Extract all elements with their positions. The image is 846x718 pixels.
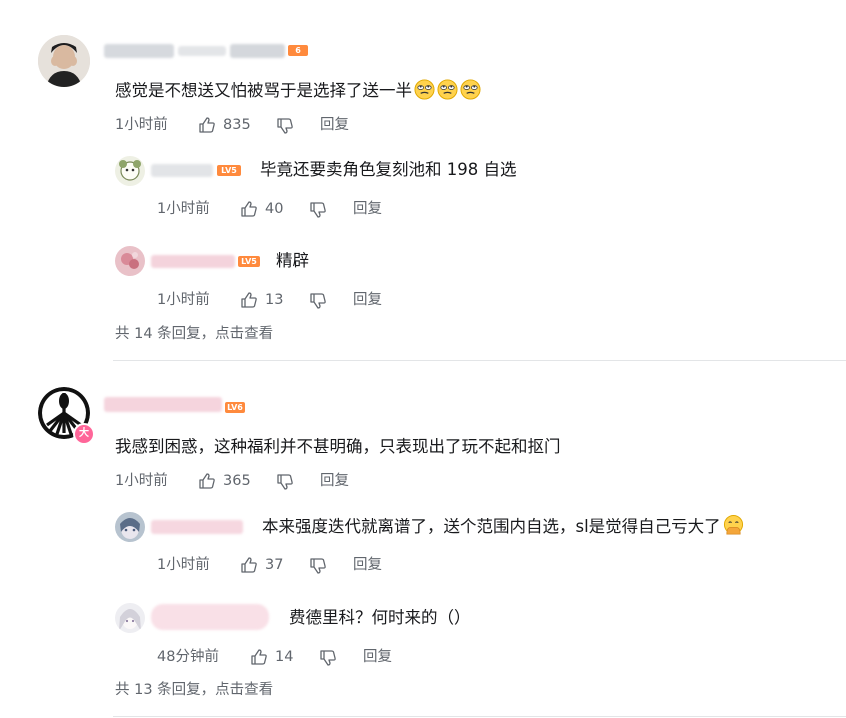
like-count: 14 [275, 649, 294, 665]
comment-time: 1小时前 [115, 473, 168, 489]
like-count: 365 [223, 473, 251, 489]
level-badge: LV5 [238, 256, 260, 267]
reply-content: 本来强度迭代就离谱了，送个范围内自选，sl是觉得自己亏大了 [262, 515, 744, 538]
avatar-badge: 大 [73, 423, 95, 445]
like-count: 37 [265, 557, 284, 573]
user-avatar[interactable] [115, 512, 145, 542]
view-more-replies[interactable]: 共 14 条回复，点击查看 [115, 325, 273, 343]
comment-text: 我感到困惑，这种福利并不甚明确，只表现出了玩不起和抠门 [115, 437, 561, 456]
rolling-eyes-emoji-icon [414, 79, 435, 100]
comment-divider [113, 360, 846, 361]
user-avatar[interactable] [115, 603, 145, 633]
thumbs-down-icon[interactable] [276, 117, 294, 135]
reply-content: 毕竟还要卖角色复刻池和 198 自选 [260, 160, 517, 179]
rolling-eyes-emoji-icon [460, 79, 481, 100]
thumbs-down-icon[interactable] [309, 201, 327, 219]
reply-button[interactable]: 回复 [320, 116, 349, 134]
level-badge: 6 [288, 45, 308, 56]
thumbs-up-icon[interactable] [250, 648, 268, 666]
thumbs-down-icon[interactable] [276, 473, 294, 491]
anime-avatar-icon [115, 603, 145, 633]
reply-content: 精辟 [276, 251, 309, 270]
thumbs-up-icon[interactable] [240, 556, 258, 574]
reply-text: 本来强度迭代就离谱了，送个范围内自选，sl是觉得自己亏大了 [262, 517, 721, 536]
thumbs-up-icon[interactable] [240, 291, 258, 309]
user-avatar[interactable] [115, 246, 145, 276]
thumbs-down-icon[interactable] [309, 292, 327, 310]
rolling-eyes-emoji-icon [437, 79, 458, 100]
thumbs-down-icon[interactable] [319, 649, 337, 667]
view-more-replies[interactable]: 共 13 条回复，点击查看 [115, 681, 273, 699]
thumbs-up-icon[interactable] [240, 200, 258, 218]
reply-button[interactable]: 回复 [353, 556, 382, 574]
like-count: 13 [265, 292, 284, 308]
thumbs-up-icon[interactable] [198, 116, 216, 134]
comment-divider [113, 716, 846, 717]
person-avatar-icon [38, 35, 90, 87]
like-count: 40 [265, 201, 284, 217]
face-with-hand-over-mouth-emoji-icon [723, 515, 743, 535]
reply-time: 1小时前 [157, 292, 210, 308]
level-badge: LV5 [217, 165, 241, 176]
comment-content: 感觉是不想送又怕被骂于是选择了送一半 [115, 79, 481, 102]
anime-avatar-icon [115, 512, 145, 542]
reply-content: 费德里科？何时来的（） [289, 608, 471, 627]
reply-time: 48分钟前 [157, 649, 219, 665]
flower-avatar-icon [115, 246, 145, 276]
reply-button[interactable]: 回复 [320, 472, 349, 490]
reply-button[interactable]: 回复 [353, 200, 382, 218]
comment-time: 1小时前 [115, 117, 168, 133]
user-avatar[interactable] [115, 156, 145, 186]
thumbs-up-icon[interactable] [198, 472, 216, 490]
user-avatar[interactable] [38, 35, 90, 87]
thumbs-down-icon[interactable] [309, 557, 327, 575]
level-badge: LV6 [225, 402, 245, 413]
reply-time: 1小时前 [157, 201, 210, 217]
cartoon-avatar-icon [115, 156, 145, 186]
comment-text: 感觉是不想送又怕被骂于是选择了送一半 [115, 81, 412, 100]
like-count: 835 [223, 117, 251, 133]
reply-button[interactable]: 回复 [363, 648, 392, 666]
reply-button[interactable]: 回复 [353, 291, 382, 309]
reply-time: 1小时前 [157, 557, 210, 573]
